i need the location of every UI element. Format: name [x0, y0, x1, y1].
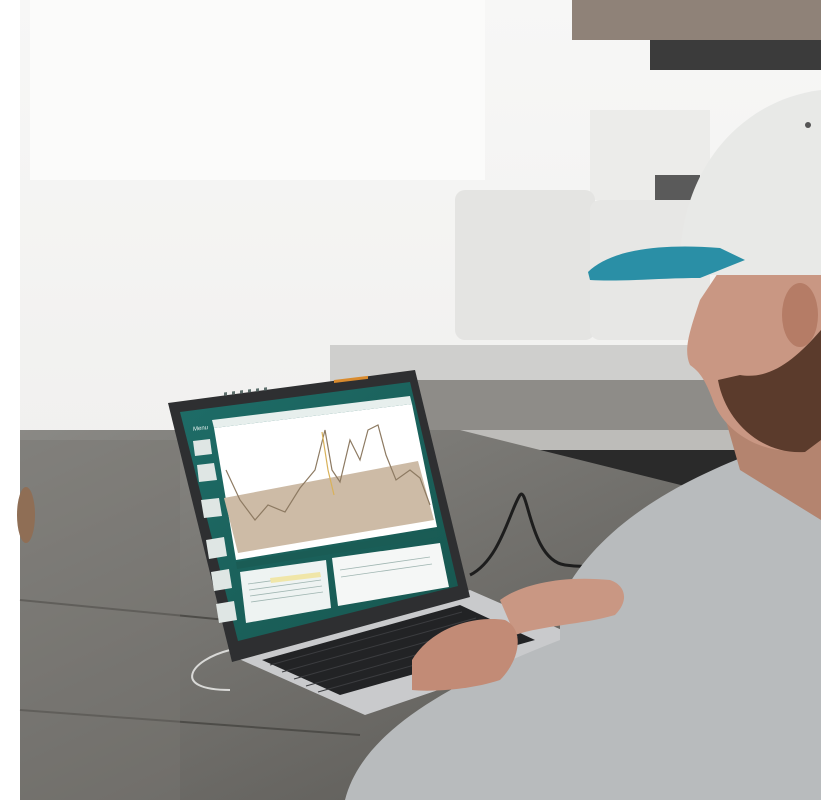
window-light — [30, 0, 485, 180]
scene-illustration — [0, 0, 821, 800]
sofa-cushion — [455, 190, 595, 340]
thumbnail-2[interactable] — [197, 463, 217, 482]
person-ear — [782, 283, 818, 347]
wall-picture — [572, 0, 821, 40]
cap-button — [805, 122, 811, 128]
thumbnail-5[interactable] — [211, 569, 232, 591]
pan-icon[interactable] — [232, 391, 235, 395]
cursor-icon[interactable] — [240, 390, 243, 394]
left-white-margin — [0, 0, 20, 800]
table-foreground-blur — [20, 440, 180, 800]
thumbnail-4[interactable] — [206, 537, 227, 559]
wall-picture-frame-bottom — [650, 40, 821, 70]
photo-scene: Menu — [0, 0, 821, 800]
zoom-icon[interactable] — [224, 392, 227, 396]
thumbnail-3[interactable] — [201, 498, 222, 518]
export-icon[interactable] — [264, 387, 267, 391]
marker-icon[interactable] — [248, 389, 251, 393]
left-object — [17, 487, 35, 543]
grid-icon[interactable] — [256, 388, 259, 392]
thumbnail-6[interactable] — [216, 601, 237, 623]
thumbnail-1[interactable] — [193, 439, 212, 456]
